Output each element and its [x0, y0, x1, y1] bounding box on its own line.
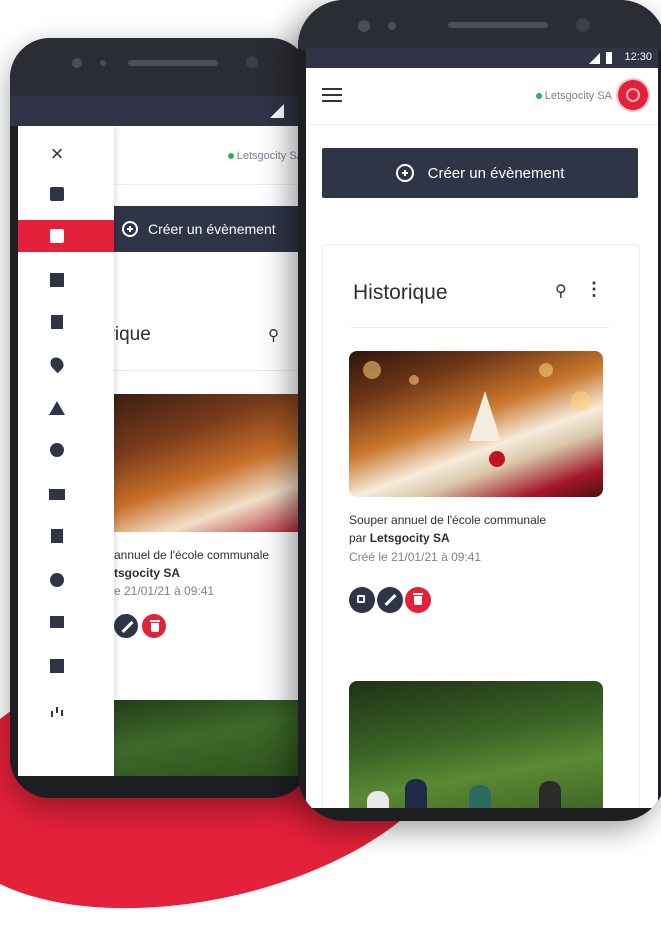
header: Letsgocity SA [306, 68, 658, 125]
create-event-button[interactable]: Créer un évènement [110, 206, 310, 252]
chat-icon [50, 187, 64, 201]
create-event-label: Créer un évènement [148, 221, 276, 237]
front-camera-icon [576, 18, 590, 32]
edit-button[interactable] [114, 614, 138, 638]
speaker-grille [448, 22, 548, 28]
hamburger-menu-icon[interactable] [322, 88, 342, 102]
status-bar: 12:30 [306, 48, 658, 68]
create-event-label: Créer un évènement [427, 164, 565, 182]
company-status: Letsgocity SA [535, 90, 612, 102]
online-dot-icon [535, 93, 542, 100]
location-pin-icon [47, 354, 67, 374]
drawer-item-locations[interactable] [18, 348, 114, 380]
event-title: annuel de l'école communale [114, 548, 270, 562]
front-phone: 12:30 Letsgocity SA Créer un évènement H… [298, 0, 661, 821]
divider [351, 327, 609, 328]
event-image [112, 394, 310, 532]
search-icon[interactable]: ⚲ [555, 281, 567, 301]
event-created: Créé le 21/01/21 à 09:41 [349, 550, 482, 564]
drawer-item-messages[interactable] [18, 178, 114, 210]
drawer-item-reports[interactable] [18, 264, 114, 296]
status-time: 12:30 [624, 51, 652, 63]
drawer-item-theme[interactable] [18, 434, 114, 466]
drawer-item-store[interactable] [18, 606, 114, 638]
back-phone-bezel [10, 38, 310, 96]
card-icon [49, 488, 65, 500]
drawer-item-cards[interactable] [18, 478, 114, 510]
drawer-item-settings[interactable] [18, 564, 114, 596]
sensor-icon [388, 22, 396, 30]
event-created: e 21/01/21 à 09:41 [114, 584, 215, 598]
status-bar [10, 96, 310, 126]
dashboard-icon [50, 659, 64, 673]
drawer-item-events[interactable] [18, 220, 114, 252]
event-title: Souper annuel de l'école communale [349, 513, 547, 527]
divider [110, 370, 310, 371]
create-event-button[interactable]: Créer un évènement [322, 148, 638, 198]
close-icon: × [50, 141, 64, 166]
edit-button[interactable] [377, 587, 403, 613]
event-organizer: par Letsgocity SA [349, 531, 450, 545]
front-camera-icon [246, 56, 258, 68]
camera-icon [358, 20, 370, 32]
sensor-icon [100, 60, 106, 66]
battery-icon [606, 52, 612, 64]
drawer-item-alerts[interactable] [18, 392, 114, 424]
document-icon [51, 315, 63, 329]
map-icon [51, 529, 63, 543]
drawer-item-stats[interactable] [18, 694, 114, 726]
drawer-item-documents[interactable] [18, 306, 114, 338]
delete-button[interactable] [405, 587, 431, 613]
speaker-grille [128, 60, 218, 66]
open-event-button[interactable] [349, 587, 375, 613]
camera-icon [72, 58, 82, 68]
drawer-close-button[interactable]: × [18, 138, 114, 170]
side-drawer: × [18, 126, 114, 776]
search-icon[interactable]: ⚲ [268, 326, 279, 344]
warning-icon [49, 401, 65, 415]
header: Letsgocity SA [114, 126, 310, 185]
delete-button[interactable] [142, 614, 166, 638]
event-details: annuel de l'école communale tsgocity SA … [114, 546, 269, 600]
history-card: Historique ⚲ ⋮ Souper annuel de l'école … [322, 244, 640, 808]
company-avatar[interactable] [618, 80, 648, 110]
calendar-icon [50, 229, 64, 243]
back-phone: Letsgocity SA Créer un évènement orique … [10, 38, 310, 798]
store-icon [50, 616, 64, 628]
stats-icon [50, 703, 64, 717]
settings-icon [50, 573, 64, 587]
signal-icon [589, 53, 600, 64]
event-image-2 [112, 700, 310, 776]
event-image-2 [349, 681, 603, 808]
company-status: Letsgocity SA [227, 150, 304, 162]
back-phone-screen: Letsgocity SA Créer un évènement orique … [18, 126, 310, 776]
event-organizer: tsgocity SA [114, 566, 181, 580]
online-dot-icon [227, 153, 234, 160]
bar-chart-icon [50, 273, 64, 287]
signal-icon [270, 104, 284, 118]
history-title: Historique [353, 281, 448, 304]
add-circle-icon [122, 221, 138, 237]
add-circle-icon [395, 164, 414, 182]
drawer-item-dashboard[interactable] [18, 650, 114, 682]
event-image [349, 351, 603, 497]
more-vert-icon[interactable]: ⋮ [585, 279, 603, 300]
palette-icon [50, 443, 64, 457]
drawer-item-map[interactable] [18, 520, 114, 552]
front-phone-screen: Letsgocity SA Créer un évènement Histori… [306, 68, 658, 808]
